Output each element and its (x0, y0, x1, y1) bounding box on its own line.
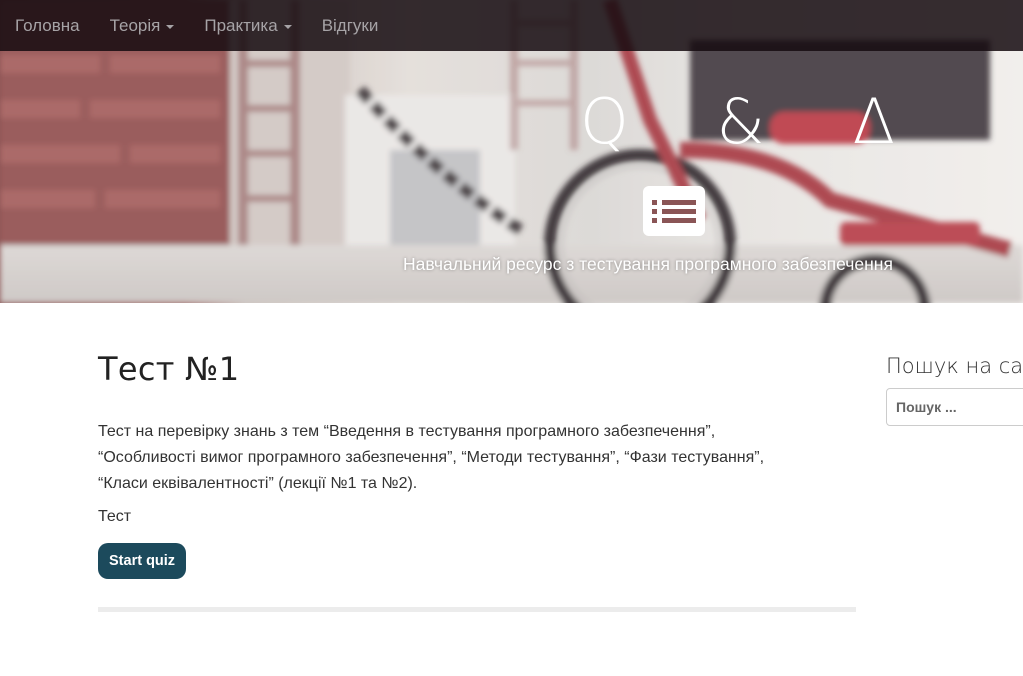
post-description: Тест на перевірку знань з тем “Введення … (98, 423, 765, 492)
search-input[interactable] (886, 388, 1023, 426)
content-divider (98, 607, 856, 612)
nav-item-label: Відгуки (321, 16, 379, 35)
nav-item-label: Теорія (109, 16, 161, 35)
caret-down-icon (283, 24, 292, 29)
nav-item-reviews[interactable]: Відгуки (307, 0, 394, 51)
list-icon (643, 186, 705, 236)
nav-item-label: Головна (15, 16, 80, 35)
sidebar-search-title: Пошук на сайті (886, 354, 1023, 378)
nav-item-theory[interactable]: Теорія (95, 0, 190, 51)
start-quiz-button[interactable]: Start quiz (98, 543, 187, 579)
top-navbar: Головна Теорія Практика Відгуки (0, 0, 1023, 51)
post-subtitle: Тест (98, 508, 132, 525)
post-title: Тест №1 (98, 350, 240, 388)
site-tagline: Навчальний ресурс з тестування програмно… (403, 254, 893, 274)
caret-down-icon (166, 24, 175, 29)
nav-item-practice[interactable]: Практика (189, 0, 306, 51)
nav-item-label: Практика (204, 16, 278, 35)
nav-item-home[interactable]: Головна (0, 0, 95, 51)
site-logo[interactable]: Q & Δ (580, 82, 895, 162)
